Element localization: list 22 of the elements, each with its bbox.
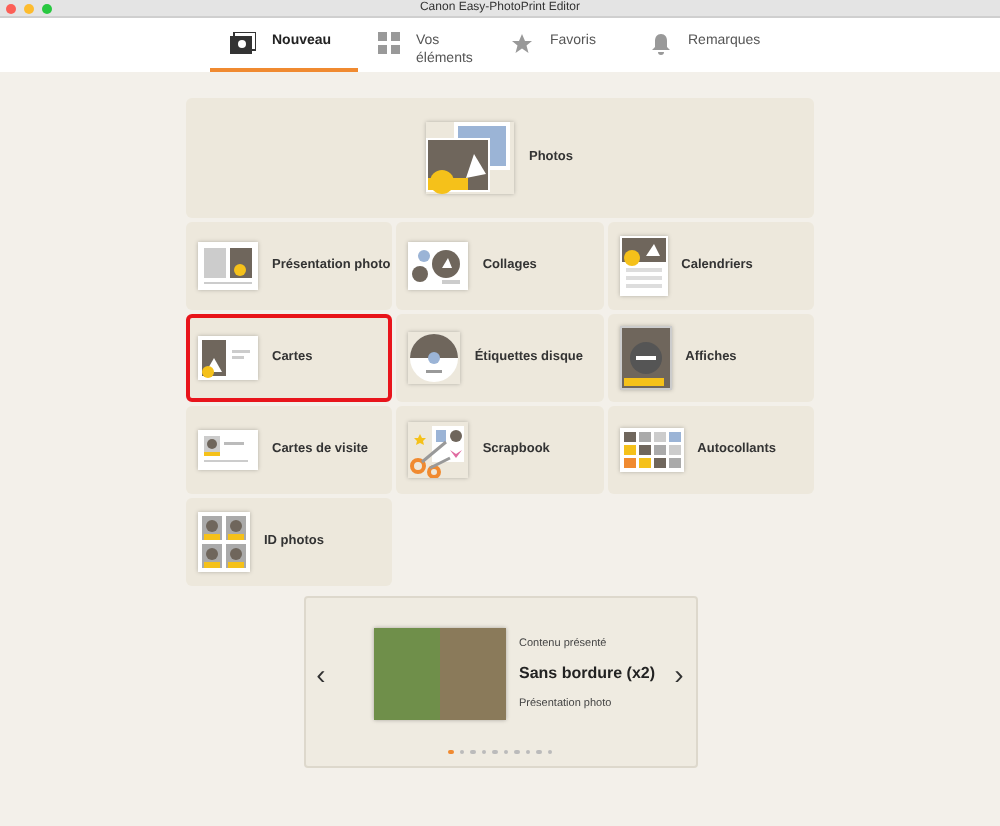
poster-icon <box>619 326 672 390</box>
card-icon <box>198 336 258 380</box>
bell-icon <box>650 32 672 56</box>
image-frame-icon <box>230 32 256 54</box>
close-button[interactable] <box>6 3 16 13</box>
photo-stack-icon <box>426 122 515 194</box>
id-photo-icon <box>198 512 250 572</box>
scissors-icon <box>408 422 469 478</box>
grid-icon <box>378 32 400 54</box>
photo-placeholder <box>373 627 505 720</box>
featured-title: Sans bordure (x2) <box>519 661 656 686</box>
next-button[interactable]: › <box>671 659 687 688</box>
previous-button[interactable]: ‹ <box>313 659 329 688</box>
sticker-sheet-icon <box>619 428 684 472</box>
minimize-button[interactable] <box>24 3 34 13</box>
zoom-button[interactable] <box>42 3 52 13</box>
collage-icon <box>408 242 469 290</box>
star-icon <box>510 32 534 56</box>
disc-icon <box>408 332 461 384</box>
business-card-icon <box>198 430 258 470</box>
calendar-icon <box>619 236 668 296</box>
photo-layout-icon <box>198 242 258 290</box>
